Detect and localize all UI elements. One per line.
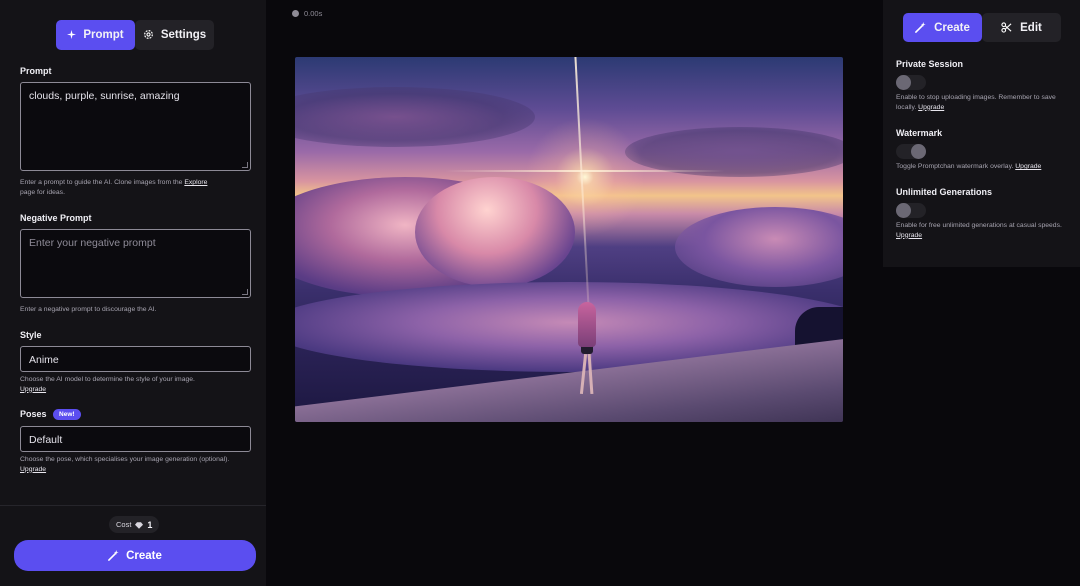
resize-handle-icon[interactable] — [242, 289, 248, 295]
negative-prompt-hint: Enter a negative prompt to discourage th… — [20, 306, 157, 313]
poses-label-row: Poses New! — [20, 409, 81, 421]
toggle-knob — [896, 203, 911, 218]
watermark-hint-text: Toggle Promptchan watermark overlay. — [896, 163, 1014, 170]
timer-value: 0.00s — [304, 9, 323, 18]
negative-prompt-placeholder: Enter your negative prompt — [29, 237, 156, 249]
prompt-hint-suffix: page for ideas. — [20, 188, 65, 196]
cost-label: Cost — [116, 520, 132, 529]
private-session-toggle[interactable] — [896, 75, 926, 90]
style-value: Anime — [29, 354, 59, 366]
prompt-hint-text: Enter a prompt to guide the AI. Clone im… — [20, 179, 185, 186]
watermark-toggle[interactable] — [896, 144, 926, 159]
prompt-hint: Enter a prompt to guide the AI. Clone im… — [20, 178, 252, 197]
generation-timer: 0.00s — [292, 9, 322, 18]
private-session-upgrade-link[interactable]: Upgrade — [918, 104, 944, 111]
tab-edit[interactable]: Edit — [982, 13, 1061, 42]
poses-label: Poses — [20, 409, 47, 419]
toggle-knob — [896, 75, 911, 90]
sparkle-icon — [67, 29, 77, 41]
poses-select[interactable]: Default — [20, 426, 251, 452]
cost-chip: Cost 1 — [109, 516, 160, 533]
poses-hint-text: Choose the pose, which specialises your … — [20, 456, 230, 463]
watermark-hint: Toggle Promptchan watermark overlay. Upg… — [896, 162, 1068, 172]
right-tab-switch: Create Edit — [903, 13, 1061, 42]
tab-prompt-label: Prompt — [83, 29, 124, 41]
generated-image[interactable] — [295, 57, 843, 422]
negative-prompt-label: Negative Prompt — [20, 213, 92, 223]
tab-edit-label: Edit — [1020, 21, 1042, 34]
magic-wand-icon — [915, 21, 926, 34]
unlimited-generations-hint: Enable for free unlimited generations at… — [896, 221, 1068, 240]
unlimited-generations-upgrade-link[interactable]: Upgrade — [896, 232, 922, 239]
resize-handle-icon[interactable] — [242, 162, 248, 168]
unlimited-generations-hint-text: Enable for free unlimited generations at… — [896, 222, 1062, 229]
watermark-label: Watermark — [896, 128, 943, 138]
tab-create-label: Create — [934, 21, 970, 34]
tab-prompt[interactable]: Prompt — [56, 20, 135, 50]
style-upgrade-link[interactable]: Upgrade — [20, 386, 46, 393]
cost-value: 1 — [147, 519, 153, 530]
private-session-hint: Enable to stop uploading images. Remembe… — [896, 93, 1068, 112]
create-button[interactable]: Create — [14, 540, 256, 571]
gem-icon — [135, 520, 144, 529]
gear-icon — [143, 29, 154, 41]
poses-upgrade-link[interactable]: Upgrade — [20, 466, 46, 473]
unlimited-generations-toggle[interactable] — [896, 203, 926, 218]
scissors-icon — [1001, 22, 1012, 34]
negative-prompt-textarea[interactable]: Enter your negative prompt — [20, 229, 251, 298]
tab-create[interactable]: Create — [903, 13, 982, 42]
style-hint: Choose the AI model to determine the sty… — [20, 375, 252, 394]
create-button-label: Create — [126, 549, 162, 562]
toggle-knob — [911, 144, 926, 159]
tab-settings-label: Settings — [160, 29, 207, 41]
tab-settings[interactable]: Settings — [135, 20, 214, 50]
poses-hint: Choose the pose, which specialises your … — [20, 455, 235, 474]
style-select[interactable]: Anime — [20, 346, 251, 372]
clock-icon — [292, 10, 299, 17]
unlimited-generations-label: Unlimited Generations — [896, 187, 993, 197]
explore-link[interactable]: Explore — [184, 179, 207, 186]
style-hint-text: Choose the AI model to determine the sty… — [20, 376, 195, 383]
style-label: Style — [20, 330, 42, 340]
prompt-value: clouds, purple, sunrise, amazing — [29, 90, 180, 102]
private-session-label: Private Session — [896, 59, 964, 69]
prompt-textarea[interactable]: clouds, purple, sunrise, amazing — [20, 82, 251, 171]
poses-value: Default — [29, 434, 63, 446]
watermark-upgrade-link[interactable]: Upgrade — [1015, 163, 1041, 170]
prompt-label: Prompt — [20, 66, 52, 76]
left-tab-switch: Prompt Settings — [56, 20, 214, 50]
magic-wand-icon — [108, 549, 119, 562]
new-badge: New! — [53, 409, 81, 421]
divider — [0, 505, 266, 506]
